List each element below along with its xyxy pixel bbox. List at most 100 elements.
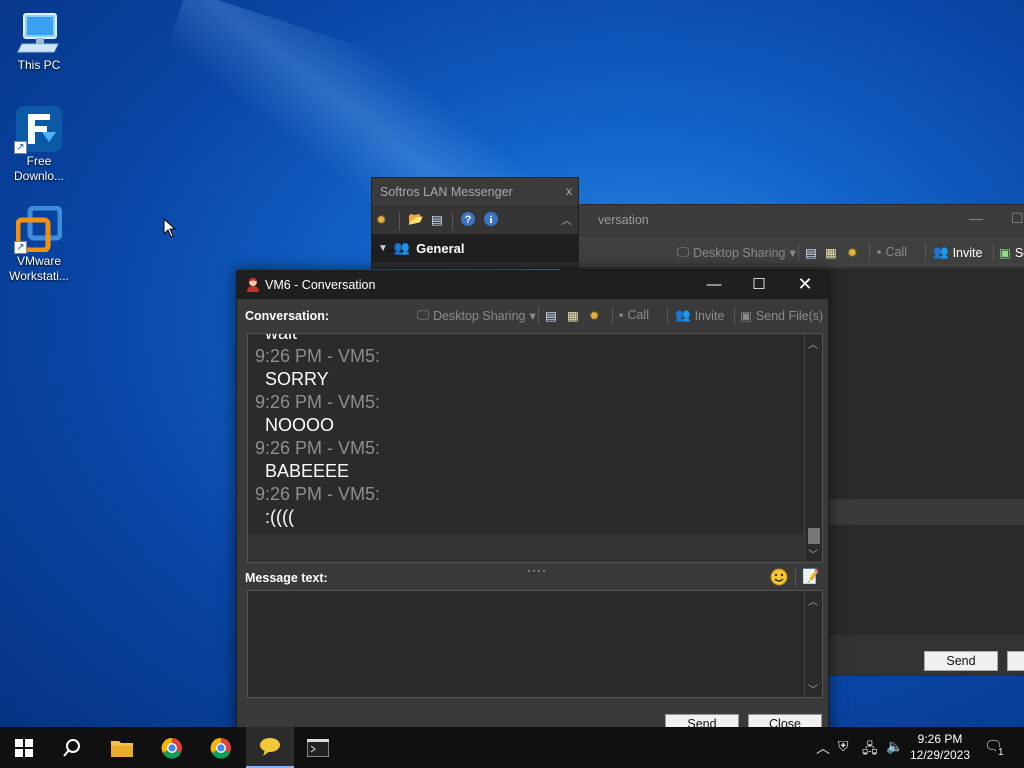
background-window-title: versation [598, 213, 649, 227]
notebook-icon: ▤ [545, 309, 557, 323]
folder-icon [111, 740, 133, 757]
desktop-icon-label: Free Downlo... [13, 154, 65, 183]
computer-icon [16, 10, 62, 56]
invite-button[interactable]: 👥 Invite [675, 308, 724, 323]
message-text: wait [265, 333, 298, 343]
scroll-down-icon[interactable]: ﹀ [808, 546, 818, 561]
message-header: 9:26 PM - VM5: [255, 438, 381, 458]
document-icon: ▦ [567, 309, 579, 323]
bg-send-button[interactable]: Send [924, 651, 998, 671]
taskbar: ︿ ⛨ 🖧 🔈 9:26 PM 12/29/2023 🗨 1 [0, 727, 1024, 768]
message-text-label: Message text: [245, 571, 328, 585]
messenger-titlebar[interactable]: Softros LAN Messenger x [372, 178, 578, 206]
desktop-icon-label: This PC [17, 58, 61, 72]
format-text-icon[interactable]: 📝 [802, 568, 819, 585]
toolbar-separator [667, 307, 668, 324]
chat-bubble-icon [260, 737, 280, 756]
toolbar-separator [798, 244, 799, 261]
svg-text:i: i [489, 214, 492, 226]
shortcut-arrow-icon: ↗ [14, 241, 27, 254]
windows-logo-icon [15, 738, 33, 757]
scroll-up-icon[interactable]: ︿ [808, 593, 818, 608]
emoji-icon[interactable] [770, 568, 788, 589]
scroll-up-icon[interactable]: ︿ [808, 336, 818, 351]
bg-desktop-sharing-button[interactable]: 🖵 Desktop Sharing ▾ [677, 245, 796, 260]
close-button[interactable]: ✕ [782, 271, 828, 299]
search-icon [63, 738, 80, 757]
terminal-icon [307, 738, 329, 757]
show-hidden-icons-icon[interactable]: ︿ [816, 738, 830, 758]
softros-messenger-button[interactable] [246, 727, 294, 768]
desktop-icon-label: VMware Workstati... [9, 254, 69, 283]
chrome-icon [161, 737, 182, 759]
security-tray-icon[interactable]: ⛨ [838, 738, 849, 755]
file-explorer-button[interactable] [98, 727, 146, 768]
bg-send-files-button[interactable]: ▣Se [999, 245, 1024, 261]
close-icon[interactable]: x [566, 184, 572, 198]
gear-icon[interactable]: ✹ [376, 212, 386, 227]
dropdown-arrow-icon: ▾ [789, 246, 796, 260]
chrome-button[interactable] [148, 727, 196, 768]
send-file-icon: ▣ [740, 309, 752, 323]
group-icon: 👥 [393, 240, 411, 255]
toolbar-separator [612, 307, 613, 324]
conversation-titlebar[interactable]: VM6 - Conversation — ☐ ✕ [237, 271, 828, 299]
message-header: 9:26 PM - VM5: [255, 484, 381, 504]
search-button[interactable] [48, 727, 96, 768]
toolbar-separator [925, 244, 926, 261]
maximize-icon[interactable]: ☐ [1011, 210, 1024, 227]
settings-button[interactable]: ✹ [589, 308, 599, 323]
minimize-button[interactable]: — [691, 271, 737, 299]
network-icon[interactable]: 🖧 [862, 738, 878, 762]
desktop-sharing-button[interactable]: 🖵 Desktop Sharing ▾ [417, 308, 536, 323]
collapse-icon[interactable]: ︿ [561, 212, 572, 228]
conversation-window[interactable]: VM6 - Conversation — ☐ ✕ Conversation: 🖵… [236, 270, 829, 740]
history-button[interactable]: ▤ [545, 308, 557, 323]
mouse-cursor-icon [163, 218, 177, 238]
help-icon[interactable]: ? [460, 211, 476, 227]
desktop-icon-free-download[interactable]: ↗ Free Downlo... [1, 106, 77, 184]
folder-icon[interactable]: 📂 [408, 212, 424, 227]
messenger-main-window[interactable]: Softros LAN Messenger x ✹ 📂 ▤ ? i ︿ ▼ 👥 … [371, 177, 579, 269]
background-window-toolbar: 🖵 Desktop Sharing ▾ ▤ ▦ ✹ ▪ Call 👥 Invite … [561, 235, 1024, 267]
bg-call-button[interactable]: ▪ Call [877, 245, 907, 259]
clock[interactable]: 9:26 PM 12/29/2023 [900, 731, 980, 763]
scroll-down-icon[interactable]: ﹀ [808, 681, 818, 696]
bg-invite-button[interactable]: 👥 Invite [933, 245, 982, 260]
free-download-manager-icon: ↗ [14, 106, 62, 154]
conversation-history[interactable]: wait 9:26 PM - VM5: SORRY 9:26 PM - VM5:… [247, 333, 823, 563]
group-general[interactable]: ▼ 👥 General [372, 234, 578, 262]
background-window-titlebar[interactable]: versation — ☐ [561, 205, 1024, 235]
send-file-icon: ▣ [999, 246, 1011, 260]
bg-notes-button[interactable]: ▦ [825, 245, 837, 260]
toolbar-separator [452, 213, 453, 230]
info-icon[interactable]: i [483, 211, 499, 227]
desktop-icon-this-pc[interactable]: This PC [1, 10, 77, 73]
desktop-icon-vmware[interactable]: ↗ VMware Workstati... [1, 205, 77, 284]
message-input[interactable]: ︿ ﹀ [247, 590, 823, 698]
user-avatar-icon [247, 278, 259, 292]
start-button[interactable] [0, 727, 48, 768]
chrome-profile-button[interactable] [197, 727, 245, 768]
conversation-scrollbar[interactable]: ︿ ﹀ [804, 334, 822, 562]
conversation-label: Conversation: [245, 309, 330, 323]
message-list: wait 9:26 PM - VM5: SORRY 9:26 PM - VM5:… [248, 333, 803, 529]
camera-icon: ▪ [619, 308, 624, 322]
scrollbar-thumb[interactable] [808, 528, 820, 544]
notebook-icon[interactable]: ▤ [431, 212, 443, 227]
clock-date: 12/29/2023 [909, 748, 971, 762]
bg-settings-button[interactable]: ✹ [847, 245, 857, 260]
toolbar-separator [869, 244, 870, 261]
splitter-grip[interactable]: ···· [527, 563, 547, 577]
message-input-scrollbar[interactable]: ︿ ﹀ [804, 591, 822, 697]
send-files-button[interactable]: ▣ Send File(s) [740, 308, 823, 324]
bg-close-button[interactable] [1007, 651, 1024, 671]
minimize-icon[interactable]: — [969, 210, 983, 226]
conversation-toolbar: Conversation: 🖵 Desktop Sharing ▾ ▤ ▦ ✹ … [237, 299, 828, 331]
terminal-button[interactable] [294, 727, 342, 768]
shortcut-arrow-icon: ↗ [14, 141, 27, 154]
maximize-button[interactable]: ☐ [736, 271, 782, 299]
notes-button[interactable]: ▦ [567, 308, 579, 323]
bg-history-button[interactable]: ▤ [805, 245, 817, 260]
call-button[interactable]: ▪ Call [619, 308, 649, 322]
